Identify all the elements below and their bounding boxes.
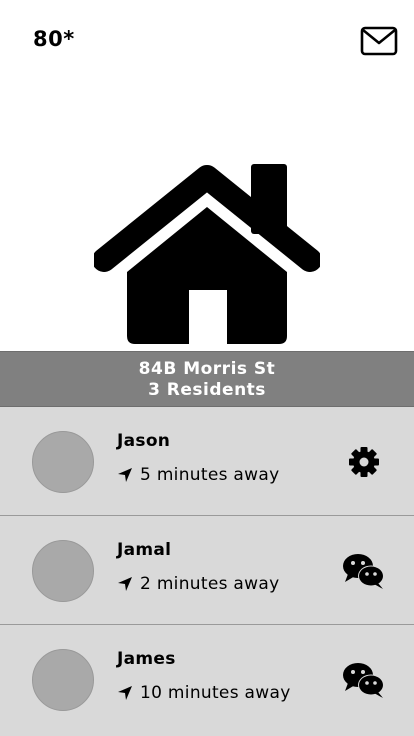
residents-count: 3 Residents bbox=[148, 380, 266, 400]
resident-distance: 5 minutes away bbox=[117, 465, 279, 485]
avatar bbox=[32, 540, 94, 602]
distance-text: 10 minutes away bbox=[140, 683, 291, 703]
resident-name: James bbox=[117, 649, 176, 669]
gear-icon[interactable] bbox=[341, 444, 387, 480]
house-icon bbox=[94, 164, 320, 344]
resident-row-jason[interactable]: Jason 5 minutes away bbox=[0, 407, 414, 516]
resident-name: Jamal bbox=[117, 540, 172, 560]
distance-text: 5 minutes away bbox=[140, 465, 280, 485]
navigation-arrow-icon bbox=[118, 686, 132, 700]
avatar bbox=[32, 649, 94, 711]
navigation-arrow-icon bbox=[118, 468, 132, 482]
navigation-arrow-icon bbox=[118, 577, 132, 591]
chat-icon[interactable] bbox=[341, 552, 387, 590]
resident-distance: 2 minutes away bbox=[117, 574, 279, 594]
avatar bbox=[32, 431, 94, 493]
address-line: 84B Morris St bbox=[138, 359, 276, 379]
resident-distance: 10 minutes away bbox=[117, 683, 291, 703]
temperature-readout: 80* bbox=[33, 27, 75, 51]
resident-row-james[interactable]: James 10 minutes away bbox=[0, 625, 414, 736]
resident-row-jamal[interactable]: Jamal 2 minutes away bbox=[0, 516, 414, 625]
envelope-icon[interactable] bbox=[360, 26, 398, 56]
distance-text: 2 minutes away bbox=[140, 574, 280, 594]
residents-list: Jason 5 minutes away Jamal 2 minutes awa… bbox=[0, 407, 414, 736]
home-screen: 80* 84B Morris St 3 Residents Jason 5 mi… bbox=[0, 0, 414, 736]
address-banner: 84B Morris St 3 Residents bbox=[0, 351, 414, 407]
resident-name: Jason bbox=[117, 431, 171, 451]
chat-icon[interactable] bbox=[341, 661, 387, 699]
